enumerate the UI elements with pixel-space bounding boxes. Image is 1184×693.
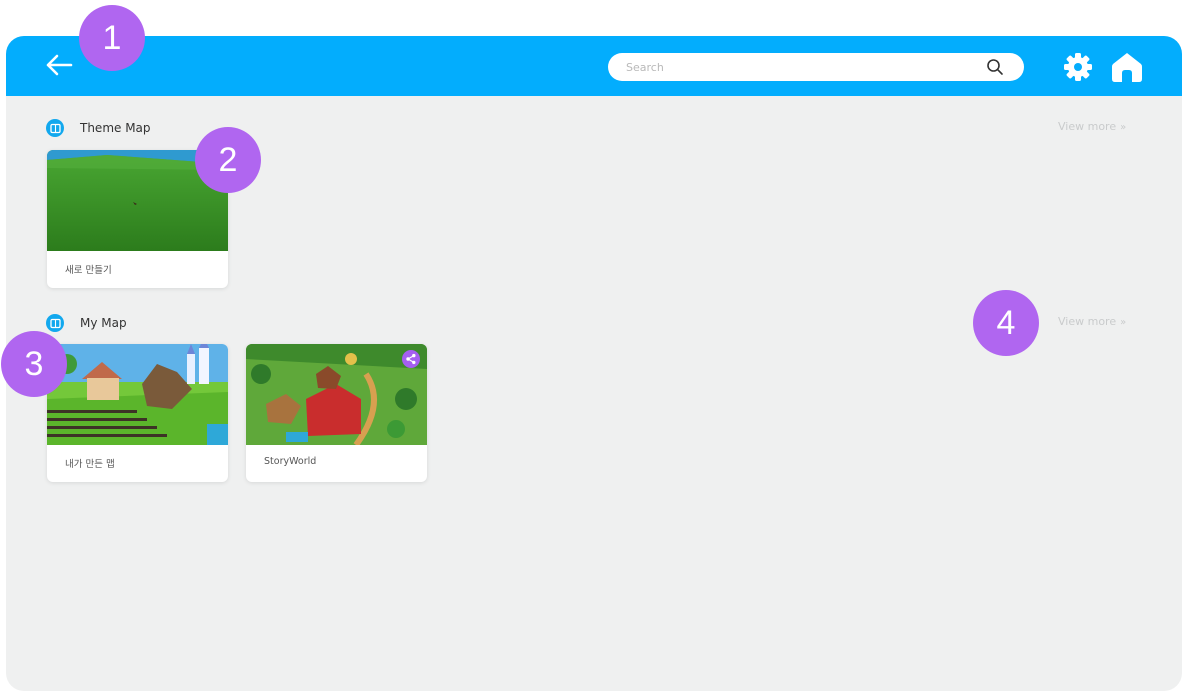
settings-gear-icon[interactable]: [1062, 51, 1094, 83]
back-arrow-icon: [46, 54, 73, 76]
view-more-link-theme-map[interactable]: View more»: [1058, 120, 1126, 133]
top-bar: [6, 36, 1182, 96]
search-bar: [608, 53, 1024, 81]
home-icon[interactable]: [1110, 50, 1144, 84]
map-card-storyworld[interactable]: StoryWorld: [246, 344, 427, 482]
view-more-link-my-map[interactable]: View more»: [1058, 315, 1126, 328]
map-book-icon: [46, 314, 64, 332]
map-card-label: 내가 만든 맵: [65, 459, 115, 470]
view-more-label: View more: [1058, 120, 1117, 133]
view-more-label: View more: [1058, 315, 1117, 328]
double-chevron-icon: »: [1120, 122, 1127, 133]
callout-badge-3: 3: [1, 331, 67, 397]
map-card-label: StoryWorld: [264, 456, 317, 467]
search-input[interactable]: [626, 53, 976, 81]
section-header-theme-map: Theme Map: [46, 117, 151, 139]
map-thumbnail: [47, 344, 228, 445]
map-thumbnail: [246, 344, 427, 445]
share-icon[interactable]: [402, 350, 420, 368]
callout-badge-1: 1: [79, 5, 145, 71]
map-book-icon: [46, 119, 64, 137]
search-icon[interactable]: [986, 58, 1004, 76]
map-card-my-map[interactable]: 내가 만든 맵: [47, 344, 228, 482]
section-title: My Map: [80, 316, 127, 330]
callout-badge-4: 4: [973, 290, 1039, 356]
callout-badge-2: 2: [195, 127, 261, 193]
section-title: Theme Map: [80, 121, 151, 135]
back-button[interactable]: [42, 50, 76, 80]
double-chevron-icon: »: [1120, 317, 1127, 328]
app-window: Theme Map View more» 새로 만들기 My Map View …: [6, 36, 1182, 691]
section-header-my-map: My Map: [46, 312, 127, 334]
map-card-label: 새로 만들기: [65, 265, 112, 276]
